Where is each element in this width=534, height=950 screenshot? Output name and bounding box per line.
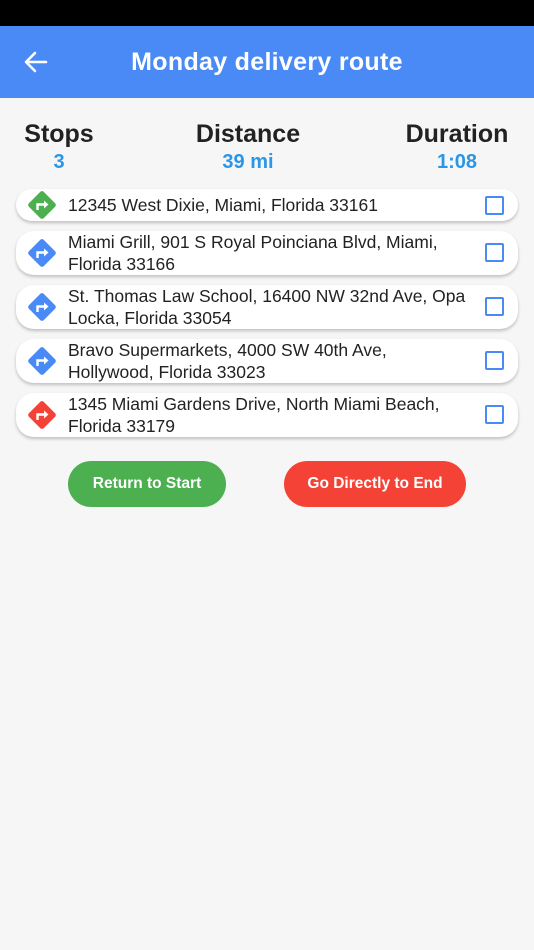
stop-address: 1345 Miami Gardens Drive, North Miami Be… <box>68 394 440 436</box>
stop-card[interactable]: 12345 West Dixie, Miami, Florida 33161 <box>16 189 518 221</box>
stops-label: Stops <box>24 120 94 148</box>
turn-right-blue-icon <box>28 347 56 375</box>
turn-right-blue-icon <box>28 239 56 267</box>
stop-address: St. Thomas Law School, 16400 NW 32nd Ave… <box>68 286 466 328</box>
route-summary: Stops 3 Distance 39 mi Duration 1:08 <box>0 118 534 178</box>
distance-value: 39 mi <box>222 151 274 173</box>
stop-card[interactable]: Miami Grill, 901 S Royal Poinciana Blvd,… <box>16 231 518 275</box>
stop-address: 12345 West Dixie, Miami, Florida 33161 <box>68 195 378 215</box>
stop-checkbox[interactable] <box>485 405 504 424</box>
stop-checkbox[interactable] <box>485 351 504 370</box>
turn-right-blue-icon <box>28 293 56 321</box>
go-to-end-button[interactable]: Go Directly to End <box>284 461 466 507</box>
distance-stat: Distance 39 mi <box>178 118 318 174</box>
status-bar <box>0 0 534 26</box>
stop-checkbox[interactable] <box>485 243 504 262</box>
stop-address: Miami Grill, 901 S Royal Poinciana Blvd,… <box>68 232 438 274</box>
page-title: Monday delivery route <box>131 47 403 76</box>
stops-stat: Stops 3 <box>10 118 108 174</box>
stop-address: Bravo Supermarkets, 4000 SW 40th Ave, Ho… <box>68 340 387 382</box>
stop-checkbox[interactable] <box>485 196 504 215</box>
stop-checkbox[interactable] <box>485 297 504 316</box>
turn-right-red-icon <box>28 401 56 429</box>
duration-value: 1:08 <box>436 151 478 173</box>
stop-card[interactable]: St. Thomas Law School, 16400 NW 32nd Ave… <box>16 285 518 329</box>
duration-label: Duration <box>405 120 509 148</box>
return-to-start-button[interactable]: Return to Start <box>68 461 226 507</box>
stop-card[interactable]: 1345 Miami Gardens Drive, North Miami Be… <box>16 393 518 437</box>
distance-label: Distance <box>195 120 301 148</box>
stop-card[interactable]: Bravo Supermarkets, 4000 SW 40th Ave, Ho… <box>16 339 518 383</box>
turn-right-green-icon <box>28 191 56 219</box>
duration-stat: Duration 1:08 <box>396 118 518 174</box>
stops-value: 3 <box>53 151 65 173</box>
app-bar: Monday delivery route <box>0 26 534 98</box>
